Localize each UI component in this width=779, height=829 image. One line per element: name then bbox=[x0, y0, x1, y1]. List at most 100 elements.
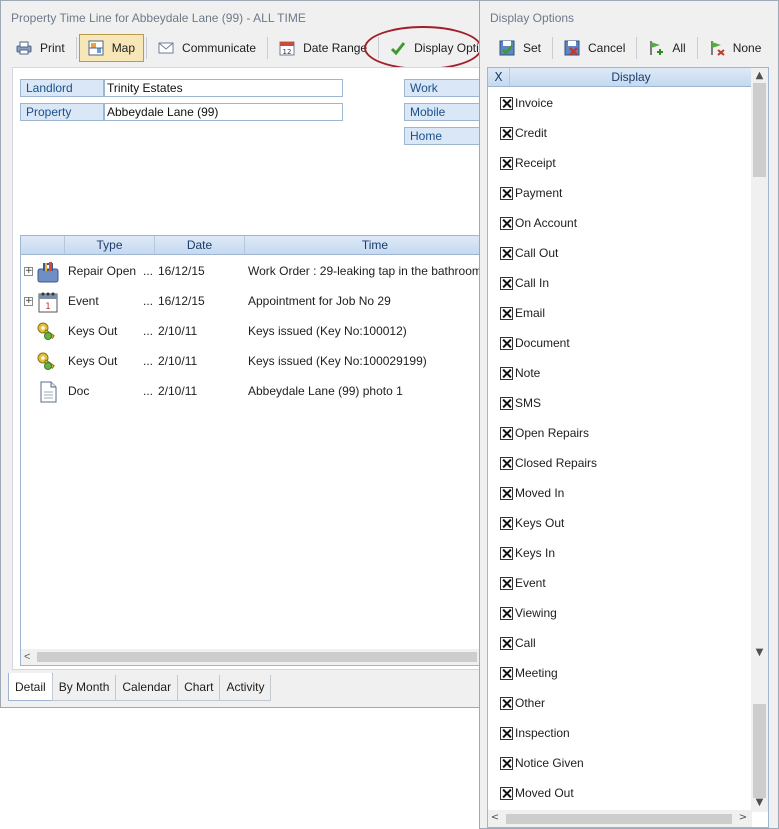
display-option-label: Call bbox=[515, 636, 536, 650]
checkbox-checked-icon[interactable] bbox=[500, 666, 513, 680]
options-header-check-column[interactable]: X bbox=[488, 68, 510, 86]
expand-icon[interactable]: + bbox=[24, 267, 33, 276]
cancel-icon bbox=[564, 40, 580, 56]
display-option-label: Call Out bbox=[515, 246, 559, 260]
checkbox-checked-icon[interactable] bbox=[500, 456, 513, 470]
checkbox-checked-icon[interactable] bbox=[500, 786, 513, 800]
display-option-item[interactable]: Call bbox=[500, 635, 536, 651]
display-option-item[interactable]: Viewing bbox=[500, 605, 557, 621]
column-header-type[interactable]: Type bbox=[65, 236, 155, 254]
scroll-left-arrow-icon[interactable]: < bbox=[24, 649, 30, 665]
checkbox-checked-icon[interactable] bbox=[500, 516, 513, 530]
checkbox-checked-icon[interactable] bbox=[500, 276, 513, 290]
display-option-item[interactable]: Inspection bbox=[500, 725, 570, 741]
display-option-item[interactable]: Moved In bbox=[500, 485, 564, 501]
display-option-item[interactable]: Call In bbox=[500, 275, 549, 291]
checkbox-checked-icon[interactable] bbox=[500, 216, 513, 230]
options-hscroll-thumb[interactable] bbox=[506, 814, 732, 824]
scroll-down-arrow-icon[interactable]: ▼ bbox=[751, 646, 768, 660]
scroll-right-arrow-icon[interactable]: > bbox=[736, 811, 750, 825]
checkbox-checked-icon[interactable] bbox=[500, 126, 513, 140]
checkbox-checked-icon[interactable] bbox=[500, 186, 513, 200]
display-option-item[interactable]: Keys Out bbox=[500, 515, 564, 531]
display-option-item[interactable]: Note bbox=[500, 365, 540, 381]
checkbox-checked-icon[interactable] bbox=[500, 696, 513, 710]
property-field[interactable]: Abbeydale Lane (99) bbox=[104, 103, 343, 121]
mobile-label: Mobile bbox=[404, 103, 481, 121]
checkbox-checked-icon[interactable] bbox=[500, 96, 513, 110]
row-ellipsis: ... bbox=[143, 264, 154, 278]
cancel-button[interactable]: Cancel bbox=[555, 34, 634, 62]
display-option-item[interactable]: Notice Given bbox=[500, 755, 584, 771]
map-button[interactable]: Map bbox=[78, 34, 145, 62]
options-header-display: Display bbox=[611, 70, 651, 84]
print-button[interactable]: Print bbox=[7, 34, 74, 62]
checkbox-checked-icon[interactable] bbox=[500, 246, 513, 260]
calendar-icon: 12 bbox=[279, 41, 295, 56]
date-range-button[interactable]: 12 Date Range bbox=[270, 34, 376, 62]
display-option-item[interactable]: Receipt bbox=[500, 155, 556, 171]
display-option-item[interactable]: Document bbox=[500, 335, 570, 351]
checkbox-checked-icon[interactable] bbox=[500, 576, 513, 590]
display-option-item[interactable]: SMS bbox=[500, 395, 541, 411]
tab-activity[interactable]: Activity bbox=[219, 675, 272, 701]
scroll-down-arrow-icon[interactable]: ▼ bbox=[751, 796, 768, 810]
checkbox-checked-icon[interactable] bbox=[500, 606, 513, 620]
checkbox-checked-icon[interactable] bbox=[500, 336, 513, 350]
display-option-item[interactable]: On Account bbox=[500, 215, 577, 231]
display-option-item[interactable]: Email bbox=[500, 305, 545, 321]
grid-scroll-thumb[interactable] bbox=[37, 652, 477, 662]
display-option-item[interactable]: Credit bbox=[500, 125, 547, 141]
scroll-left-arrow-icon[interactable]: < bbox=[488, 811, 502, 825]
table-row[interactable]: + Repair Open ... 16/12/15 Work Order : … bbox=[21, 256, 480, 286]
communicate-button[interactable]: Communicate bbox=[149, 34, 265, 62]
landlord-field[interactable]: Trinity Estates bbox=[104, 79, 343, 97]
display-options-highlight-ring bbox=[364, 26, 482, 70]
checkbox-checked-icon[interactable] bbox=[500, 156, 513, 170]
checkbox-checked-icon[interactable] bbox=[500, 486, 513, 500]
display-option-item[interactable]: Invoice bbox=[500, 95, 553, 111]
display-option-item[interactable]: Closed Repairs bbox=[500, 455, 597, 471]
table-row[interactable]: Doc ... 2/10/11 Abbeydale Lane (99) phot… bbox=[21, 376, 480, 406]
options-scroll-thumb-lower[interactable] bbox=[753, 704, 766, 798]
checkbox-checked-icon[interactable] bbox=[500, 756, 513, 770]
display-option-item[interactable]: Payment bbox=[500, 185, 562, 201]
table-row[interactable]: + 1 Event ... 16/12/15 Appointment for J… bbox=[21, 286, 480, 316]
display-option-item[interactable]: Moved Out bbox=[500, 785, 574, 801]
checkbox-checked-icon[interactable] bbox=[500, 366, 513, 380]
tab-calendar[interactable]: Calendar bbox=[115, 675, 179, 701]
display-option-item[interactable]: Other bbox=[500, 695, 545, 711]
options-scroll-thumb[interactable] bbox=[753, 83, 766, 177]
display-option-item[interactable]: Event bbox=[500, 575, 546, 591]
select-none-button[interactable]: None bbox=[700, 34, 771, 62]
grid-horizontal-scrollbar[interactable]: < bbox=[21, 649, 480, 665]
display-option-item[interactable]: Open Repairs bbox=[500, 425, 589, 441]
checkbox-checked-icon[interactable] bbox=[500, 636, 513, 650]
timeline-grid[interactable]: Type Date Time + Repair Open ... 16/12/1… bbox=[20, 235, 481, 666]
display-options-list[interactable]: X Display Invoice Credit Receipt Payment On … bbox=[487, 67, 769, 828]
display-option-item[interactable]: Call Out bbox=[500, 245, 558, 261]
display-option-item[interactable]: Keys In bbox=[500, 545, 555, 561]
table-row[interactable]: Keys Out ... 2/10/11 Keys issued (Key No… bbox=[21, 316, 480, 346]
options-horizontal-scrollbar[interactable]: < > bbox=[488, 810, 752, 827]
column-header-date[interactable]: Date bbox=[155, 236, 245, 254]
keys-icon bbox=[37, 352, 55, 370]
checkbox-checked-icon[interactable] bbox=[500, 396, 513, 410]
checkbox-checked-icon[interactable] bbox=[500, 426, 513, 440]
expand-icon[interactable]: + bbox=[24, 297, 33, 306]
toolbar-separator bbox=[552, 37, 554, 59]
tab-detail[interactable]: Detail bbox=[8, 673, 53, 701]
set-button[interactable]: Set bbox=[490, 34, 550, 62]
select-all-button[interactable]: All bbox=[639, 34, 694, 62]
column-header-time[interactable]: Time bbox=[245, 236, 480, 254]
tab-by-month[interactable]: By Month bbox=[51, 675, 117, 701]
tab-chart[interactable]: Chart bbox=[177, 675, 221, 701]
options-vertical-scrollbar[interactable]: ▲ ▼ ▼ bbox=[751, 68, 768, 812]
checkbox-checked-icon[interactable] bbox=[500, 306, 513, 320]
display-option-item[interactable]: Meeting bbox=[500, 665, 558, 681]
checkbox-checked-icon[interactable] bbox=[500, 726, 513, 740]
checkbox-checked-icon[interactable] bbox=[500, 546, 513, 560]
toolbar-separator bbox=[146, 37, 148, 59]
scroll-up-arrow-icon[interactable]: ▲ bbox=[751, 69, 768, 83]
table-row[interactable]: Keys Out ... 2/10/11 Keys issued (Key No… bbox=[21, 346, 480, 376]
